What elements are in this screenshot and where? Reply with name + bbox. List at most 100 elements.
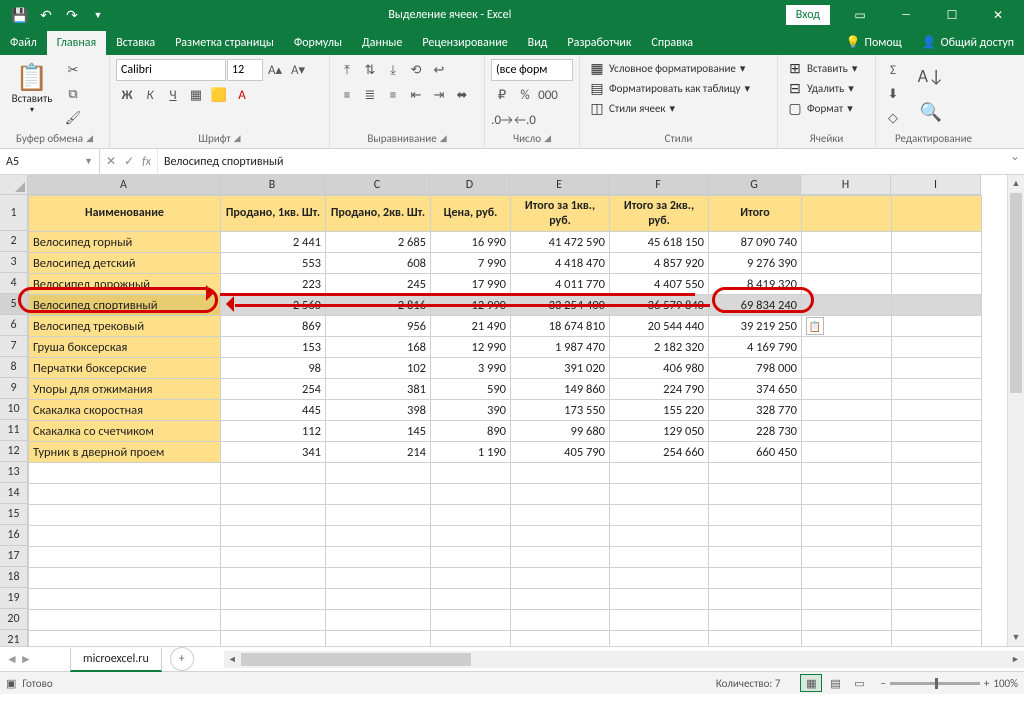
sheet-nav-next-icon[interactable]: ► [20,652,32,667]
cell[interactable] [892,421,982,442]
column-header[interactable]: D [430,175,510,195]
cell[interactable]: 445 [221,400,326,421]
cell[interactable]: 391 020 [511,358,610,379]
minimize-button[interactable]: ― [884,1,928,29]
cell[interactable] [610,505,709,526]
cell[interactable] [326,568,431,589]
table-header-cell[interactable]: Итого за 1кв., руб. [511,196,610,232]
tab-view[interactable]: Вид [518,31,558,55]
cell[interactable]: Упоры для отжимания [29,379,221,400]
cell[interactable] [709,568,802,589]
cell[interactable] [326,463,431,484]
cell[interactable]: Груша боксерская [29,337,221,358]
cell[interactable] [221,631,326,647]
cell[interactable] [892,631,982,647]
decrease-decimal-icon[interactable]: ←.0 [514,109,536,131]
percent-icon[interactable]: % [514,84,536,106]
cell[interactable]: 87 090 740 [709,232,802,253]
redo-icon[interactable]: ↷ [62,5,82,25]
cell[interactable] [431,526,511,547]
cell[interactable] [802,379,892,400]
fill-icon[interactable]: ⬇ [882,83,904,105]
column-header[interactable]: A [28,175,220,195]
select-all-button[interactable] [0,175,28,195]
table-header-cell[interactable]: Итого [709,196,802,232]
find-select-icon[interactable]: 🔍 [914,95,948,129]
italic-button[interactable]: К [139,84,161,106]
row-header[interactable]: 9 [0,378,28,399]
format-as-table-button[interactable]: ▤Форматировать как таблицу ▾ [586,79,753,98]
row-header[interactable]: 6 [0,315,28,336]
align-top-icon[interactable]: ⤒ [336,59,358,81]
copy-icon[interactable]: ⧉ [62,83,84,105]
format-painter-icon[interactable]: 🖌 [62,107,84,129]
cell[interactable] [221,547,326,568]
table-header-cell[interactable]: Итого за 2кв., руб. [610,196,709,232]
cell[interactable]: 798 000 [709,358,802,379]
cell[interactable]: 4 169 790 [709,337,802,358]
cell[interactable]: 149 860 [511,379,610,400]
table-header-cell[interactable]: Наименование [29,196,221,232]
column-header[interactable]: I [891,175,981,195]
cell[interactable]: 12 990 [431,337,511,358]
row-header[interactable]: 13 [0,462,28,483]
scroll-left-icon[interactable]: ◄ [224,654,241,665]
align-center-icon[interactable]: ≣ [359,84,381,106]
cell[interactable] [892,295,982,316]
view-page-layout-icon[interactable]: ▤ [824,674,846,692]
cell[interactable] [802,421,892,442]
align-bottom-icon[interactable]: ⤓ [382,59,404,81]
cell[interactable]: 214 [326,442,431,463]
cell[interactable] [326,631,431,647]
row-header[interactable]: 10 [0,399,28,420]
cell[interactable] [802,610,892,631]
cell[interactable] [29,631,221,647]
clear-icon[interactable]: ◇ [882,107,904,129]
cell[interactable] [431,484,511,505]
cell[interactable]: 33 254 400 [511,295,610,316]
cell[interactable] [892,526,982,547]
cell[interactable]: 36 579 840 [610,295,709,316]
tab-developer[interactable]: Разработчик [557,31,641,55]
cell[interactable]: 956 [326,316,431,337]
indent-decrease-icon[interactable]: ⇤ [405,84,427,106]
row-header[interactable]: 17 [0,546,28,567]
cell[interactable] [29,505,221,526]
ribbon-options-icon[interactable]: ▭ [838,1,882,29]
table-header-cell[interactable]: Цена, руб. [431,196,511,232]
horizontal-scrollbar[interactable]: ◄ ► [224,651,1024,668]
cell[interactable]: 173 550 [511,400,610,421]
fx-icon[interactable]: fx [142,155,151,169]
scroll-thumb[interactable] [1010,193,1022,393]
cell[interactable] [610,589,709,610]
cell[interactable]: 660 450 [709,442,802,463]
cell[interactable] [511,568,610,589]
cell[interactable]: 2 182 320 [610,337,709,358]
cell[interactable]: 69 834 240 [709,295,802,316]
cell[interactable] [431,568,511,589]
cell[interactable]: 102 [326,358,431,379]
cell[interactable] [892,337,982,358]
row-header[interactable]: 8 [0,357,28,378]
signin-button[interactable]: Вход [786,5,830,25]
indent-increase-icon[interactable]: ⇥ [428,84,450,106]
cell[interactable]: 254 660 [610,442,709,463]
cell[interactable]: 2 685 [326,232,431,253]
expand-formula-bar-icon[interactable]: ⌄ [1006,149,1024,174]
cell[interactable] [326,547,431,568]
number-format-select[interactable] [491,59,573,81]
column-header[interactable]: G [708,175,801,195]
cell[interactable]: 4 011 770 [511,274,610,295]
cell[interactable] [802,196,892,232]
row-header[interactable]: 15 [0,504,28,525]
underline-button[interactable]: Ч [162,84,184,106]
cell[interactable] [610,526,709,547]
cell[interactable] [610,631,709,647]
share-button[interactable]: 👤 Общий доступ [912,30,1024,55]
close-button[interactable]: ✕ [976,1,1020,29]
cell[interactable]: 21 490 [431,316,511,337]
cell[interactable] [511,610,610,631]
save-icon[interactable]: 💾 [10,5,30,25]
cell[interactable] [511,547,610,568]
cell[interactable] [326,505,431,526]
